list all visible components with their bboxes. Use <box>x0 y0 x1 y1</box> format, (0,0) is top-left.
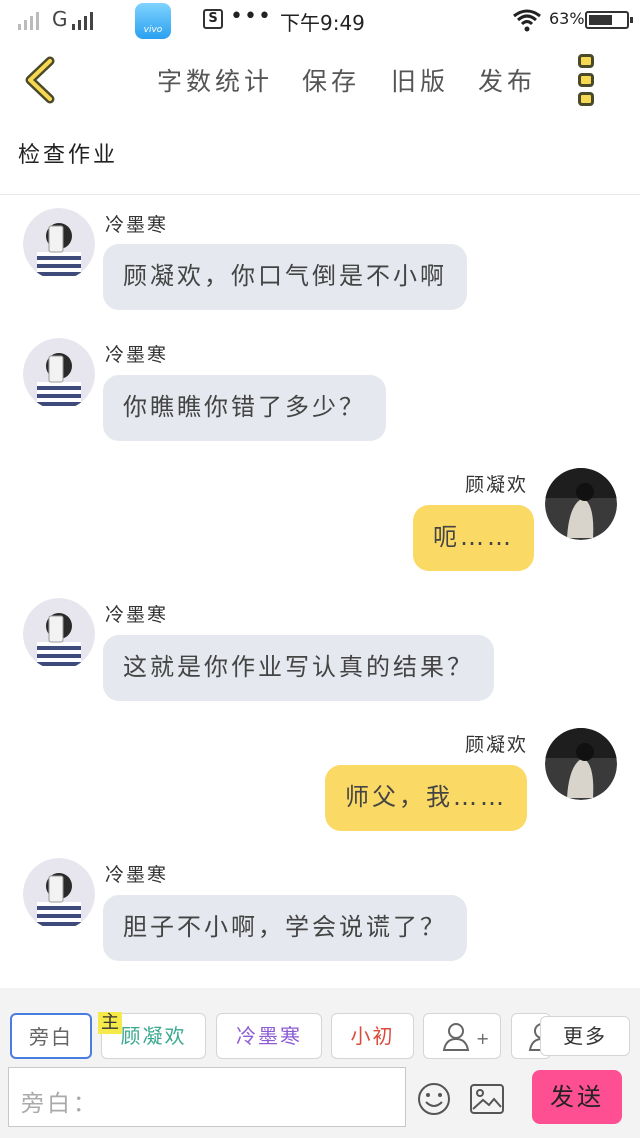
speaker-name: 冷墨寒 <box>105 864 169 886</box>
back-arrow-icon[interactable] <box>20 55 64 105</box>
message-input[interactable]: 旁白： <box>8 1067 406 1127</box>
battery-level-fill <box>589 15 612 25</box>
avatar-lengmohan[interactable] <box>23 338 95 410</box>
speaker-name: 顾凝欢 <box>465 734 529 756</box>
speaker-name: 冷墨寒 <box>105 214 169 236</box>
message-bubble[interactable]: 师父，我…… <box>325 765 527 831</box>
speaker-name: 顾凝欢 <box>465 474 529 496</box>
word-count-button[interactable]: 字数统计 <box>157 62 273 98</box>
avatar-lengmohan[interactable] <box>23 208 95 280</box>
signal-strength-icon <box>18 10 39 30</box>
vivo-app-icon: vivo <box>135 3 171 39</box>
bottom-input-panel: 旁白 顾凝欢 主 冷墨寒 小初 + 更多 旁白： 发送 <box>0 988 640 1138</box>
main-role-tag: 主 <box>98 1012 122 1034</box>
message-bubble[interactable]: 这就是你作业写认真的结果？ <box>103 635 494 701</box>
network-type-label: G <box>52 7 68 31</box>
send-button[interactable]: 发送 <box>532 1070 622 1124</box>
role-chip-lengmohan[interactable]: 冷墨寒 <box>216 1013 322 1059</box>
notification-s-icon: S <box>203 9 223 29</box>
emoji-icon[interactable] <box>417 1082 451 1116</box>
image-icon[interactable] <box>470 1084 504 1114</box>
message-bubble[interactable]: 你瞧瞧你错了多少？ <box>103 375 386 441</box>
battery-icon <box>585 11 633 29</box>
old-version-button[interactable]: 旧版 <box>391 62 449 98</box>
avatar-guningHuan[interactable] <box>545 728 617 800</box>
battery-percent: 63% <box>549 9 585 28</box>
avatar-lengmohan[interactable] <box>23 858 95 930</box>
status-time: 下午9:49 <box>280 11 365 35</box>
chat-title[interactable]: 检查作业 <box>18 137 118 169</box>
wifi-icon <box>513 9 541 32</box>
message-bubble[interactable]: 胆子不小啊，学会说谎了？ <box>103 895 467 961</box>
add-role-plus: + <box>476 1029 491 1048</box>
status-bar: G vivo S ••• 下午9:49 63% <box>0 0 640 40</box>
add-person-icon: + <box>442 1023 491 1051</box>
avatar-lengmohan[interactable] <box>23 598 95 670</box>
save-button[interactable]: 保存 <box>302 62 360 98</box>
more-roles-button[interactable]: 更多 <box>540 1016 630 1056</box>
role-chip-narrator[interactable]: 旁白 <box>10 1013 92 1059</box>
more-notifications-icon: ••• <box>230 4 272 29</box>
speaker-name: 冷墨寒 <box>105 344 169 366</box>
role-chip-xiaochu[interactable]: 小初 <box>331 1013 414 1059</box>
top-nav: 字数统计 保存 旧版 发布 <box>0 40 640 120</box>
message-bubble[interactable]: 顾凝欢，你口气倒是不小啊 <box>103 244 467 310</box>
avatar-guningHuan[interactable] <box>545 468 617 540</box>
speaker-name: 冷墨寒 <box>105 604 169 626</box>
publish-button[interactable]: 发布 <box>478 62 536 98</box>
more-menu-icon[interactable] <box>578 54 598 106</box>
add-role-button[interactable]: + <box>423 1013 501 1059</box>
signal-strength-icon-2 <box>72 10 93 30</box>
message-bubble[interactable]: 呃…… <box>413 505 534 571</box>
divider <box>0 194 640 195</box>
